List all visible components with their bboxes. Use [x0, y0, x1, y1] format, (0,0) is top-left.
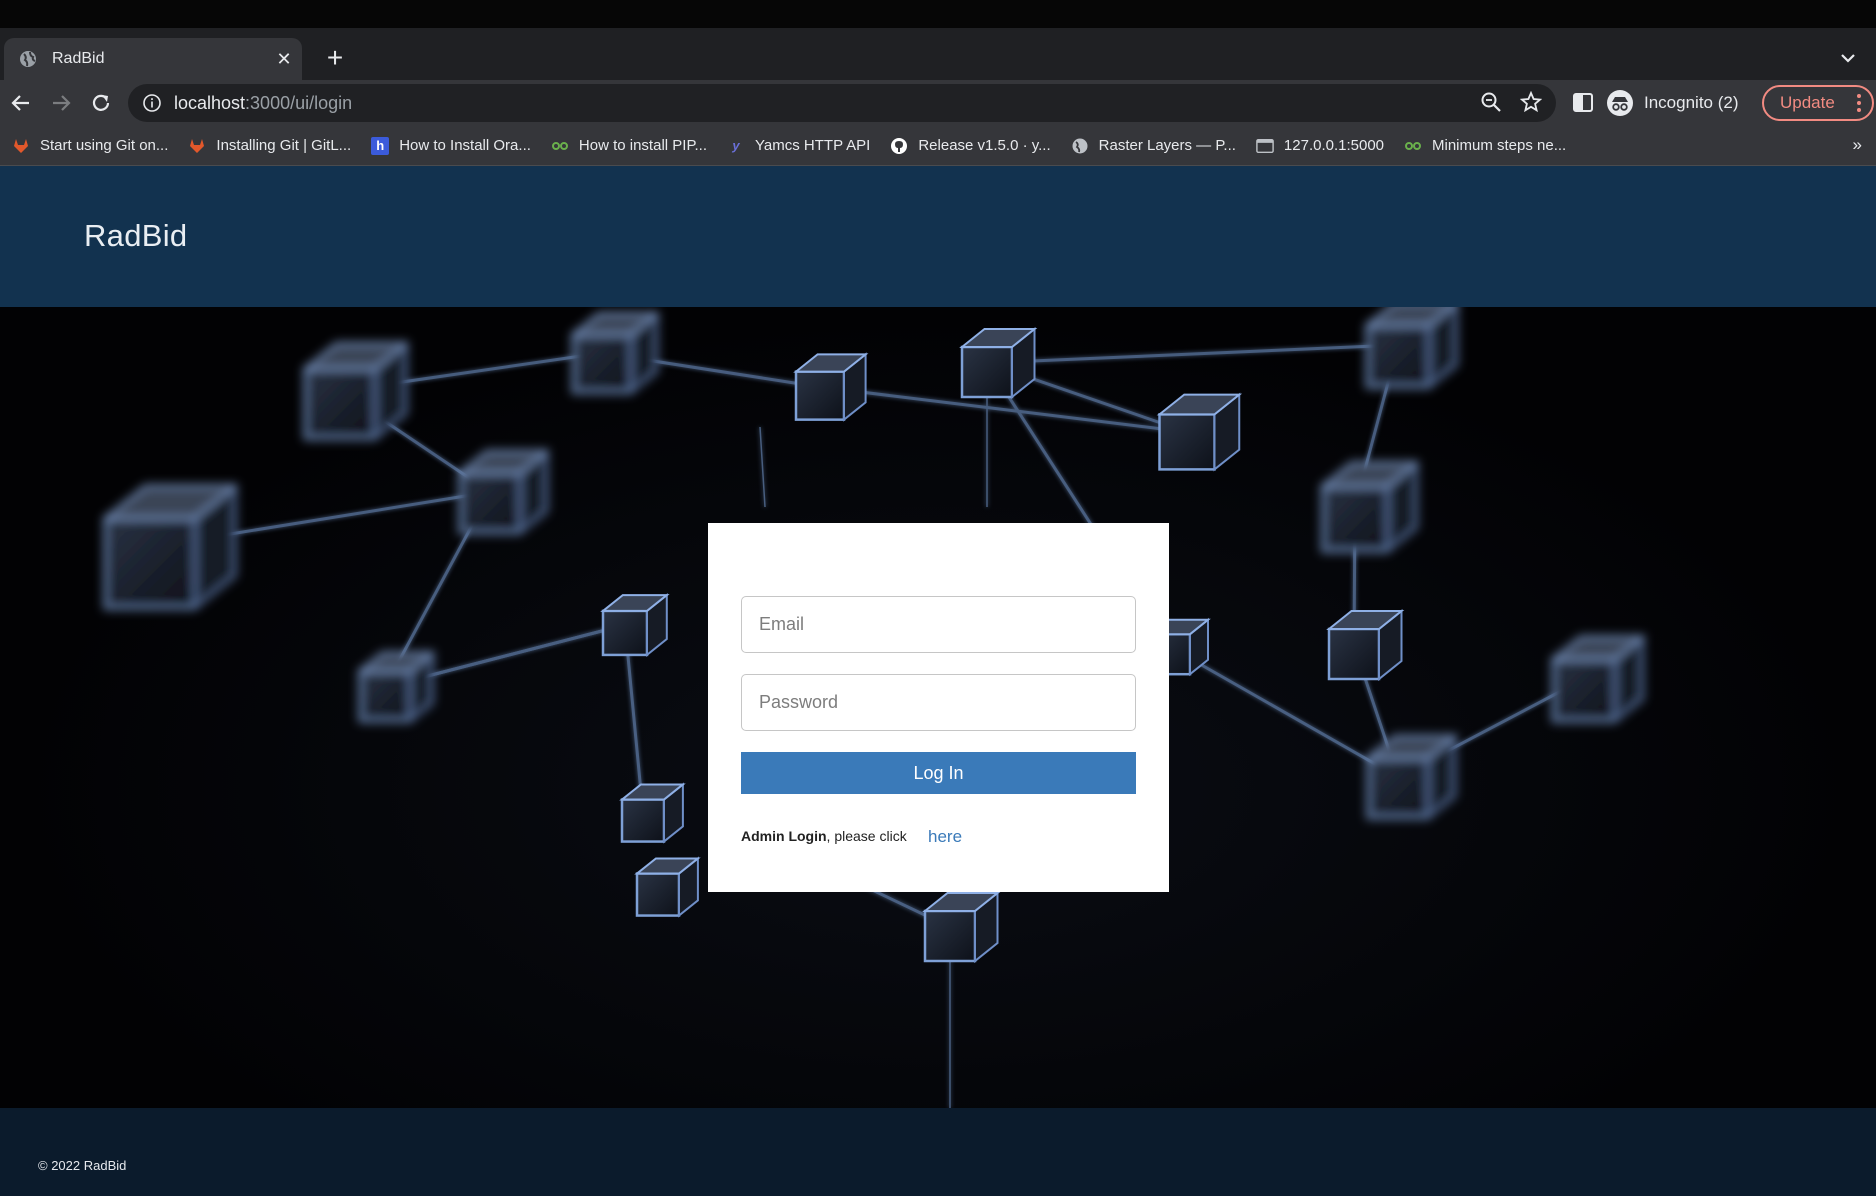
os-top-bar: [0, 0, 1876, 28]
side-panel-button[interactable]: [1572, 86, 1594, 120]
cube: [302, 341, 410, 441]
cube: [1364, 307, 1458, 390]
email-field[interactable]: [741, 596, 1136, 653]
bookmark-item[interactable]: Minimum steps ne...: [1404, 137, 1566, 155]
globe-icon: [18, 49, 38, 69]
globe-icon: [1071, 137, 1089, 155]
browser-toolbar: localhost:3000/ui/login Incognito (2) Up…: [0, 80, 1876, 126]
cube: [1319, 460, 1420, 554]
bookmark-item[interactable]: Installing Git | GitL...: [188, 137, 351, 155]
close-tab-icon[interactable]: ✕: [266, 49, 302, 70]
yamcs-icon: y: [732, 138, 740, 153]
update-label: Update: [1780, 93, 1835, 112]
forward-button[interactable]: [46, 88, 76, 118]
cube: [457, 449, 550, 535]
cube: [634, 856, 701, 918]
arrow-right-icon: [53, 95, 71, 111]
info-icon[interactable]: [142, 93, 162, 113]
tab-title: RadBid: [52, 50, 105, 67]
profile-label: Incognito (2): [1644, 93, 1739, 112]
url-text: localhost:3000/ui/login: [174, 92, 353, 113]
cube: [1326, 608, 1405, 682]
zoom-icon[interactable]: [1480, 91, 1502, 113]
kebab-menu-icon[interactable]: [1856, 93, 1862, 118]
cube: [102, 483, 239, 611]
cube: [1550, 634, 1646, 724]
bookmark-item[interactable]: Start using Git on...: [12, 137, 168, 155]
cube: [959, 326, 1038, 400]
cube-link: [986, 343, 1399, 365]
tab-radbid[interactable]: RadBid ✕: [4, 38, 302, 80]
github-icon: [890, 137, 908, 155]
back-button[interactable]: [6, 88, 36, 118]
cube: [1365, 734, 1458, 820]
gitlab-icon: [188, 137, 206, 155]
bookmark-item[interactable]: Raster Layers — P...: [1071, 137, 1236, 155]
bookmark-item[interactable]: Release v1.5.0 · y...: [890, 137, 1051, 155]
bookmark-item[interactable]: y Yamcs HTTP API: [727, 137, 870, 155]
cube: [1156, 392, 1243, 472]
password-field[interactable]: [741, 674, 1136, 731]
tab-strip: RadBid ✕ +: [0, 28, 1876, 80]
cube: [619, 782, 686, 844]
cube: [570, 311, 660, 395]
link-icon: [551, 137, 569, 155]
incognito-icon: [1607, 90, 1633, 116]
page-icon: [1256, 137, 1274, 155]
cube-link: [759, 426, 766, 508]
link-icon: [1404, 137, 1422, 155]
brand-logo[interactable]: RadBid: [84, 218, 187, 254]
bookmark-item[interactable]: h How to Install Ora...: [371, 136, 531, 155]
app-footer: © 2022 RadBid: [0, 1108, 1876, 1196]
cube: [600, 592, 670, 658]
h-icon: h: [371, 136, 390, 155]
bookmark-item[interactable]: 127.0.0.1:5000: [1256, 137, 1384, 155]
incognito-profile-button[interactable]: Incognito (2): [1606, 86, 1739, 120]
reload-button[interactable]: [86, 88, 116, 118]
update-button[interactable]: Update: [1762, 85, 1874, 121]
bookmark-item[interactable]: How to install PIP...: [551, 137, 707, 155]
cube: [922, 890, 1001, 964]
arrow-left-icon: [11, 95, 29, 111]
tab-search-chevron-icon[interactable]: [1836, 46, 1860, 70]
star-icon[interactable]: [1520, 91, 1542, 113]
app-header: RadBid: [0, 166, 1876, 307]
cube: [357, 650, 436, 724]
bookmarks-overflow-button[interactable]: »: [1853, 135, 1862, 155]
bookmarks-bar: Start using Git on... Installing Git | G…: [0, 126, 1876, 166]
reload-icon: [92, 94, 110, 111]
login-card: Log In Admin Login, please click here: [708, 523, 1169, 892]
side-panel-icon: [1573, 93, 1593, 112]
cube: [793, 352, 869, 422]
address-bar[interactable]: localhost:3000/ui/login: [128, 84, 1556, 122]
copyright-text: © 2022 RadBid: [38, 1158, 127, 1173]
login-button[interactable]: Log In: [741, 752, 1136, 794]
admin-login-link[interactable]: here: [928, 827, 962, 847]
new-tab-button[interactable]: +: [318, 42, 352, 76]
admin-login-text: Admin Login, please click: [741, 828, 907, 844]
gitlab-icon: [12, 137, 30, 155]
